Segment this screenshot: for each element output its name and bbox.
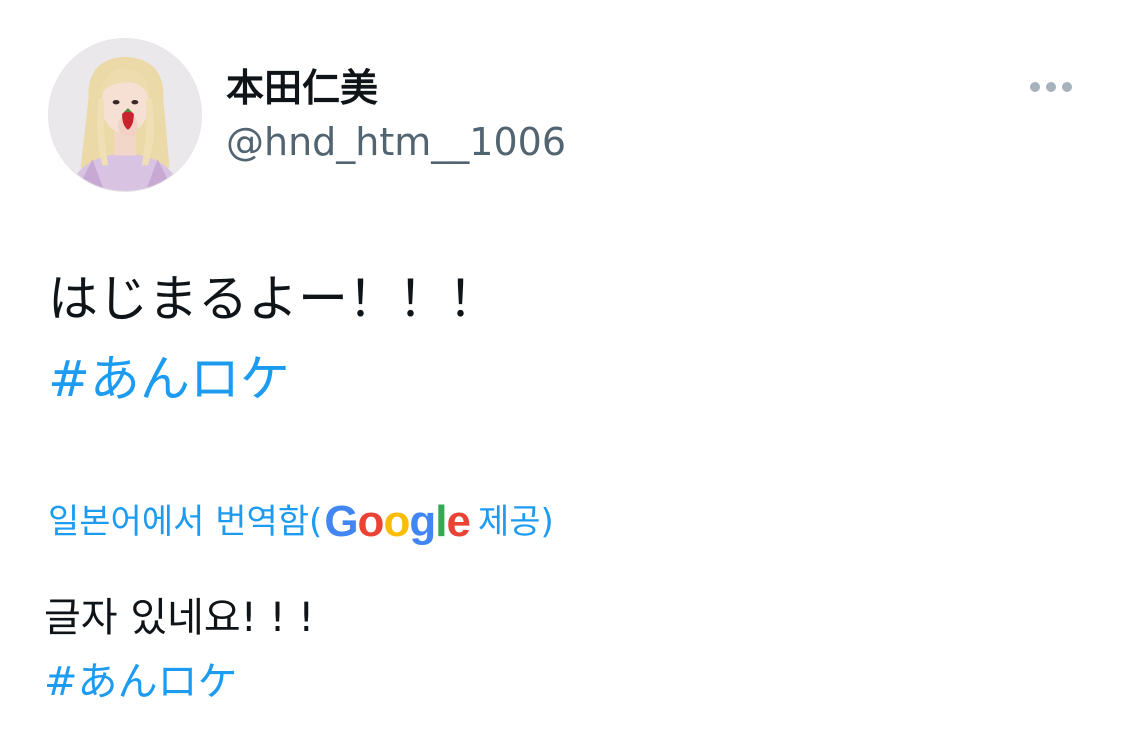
translated-hashtag-link[interactable]: #あんロケ [44,656,238,708]
author-display-name[interactable]: 本田仁美 [226,64,378,112]
google-logo-letter: o [383,497,410,546]
translation-attribution-button[interactable]: 일본어에서 번역함( Google 제공) [48,494,554,550]
translation-label-suffix: 제공) [477,502,554,542]
hashtag-link[interactable]: #あんロケ [48,348,290,410]
google-logo-letter: o [357,497,385,546]
google-logo-letter: G [324,497,358,546]
google-logo: Google [324,497,471,546]
google-logo-letter: l [435,497,447,546]
google-logo-letter: e [446,497,471,546]
avatar-image [49,39,201,191]
tweet-text: はじまるよー！！！ [48,270,498,328]
translated-text: 글자 있네요! ! ! [44,595,315,641]
author-handle[interactable]: @hnd_htm__1006 [226,118,566,166]
tweet-card: 本田仁美 @hnd_htm__1006 はじまるよー！！！ #あんロケ 일본어에… [0,0,1125,732]
more-horizontal-icon[interactable] [1028,76,1074,98]
google-logo-letter: g [409,497,436,546]
translation-label-prefix: 일본어에서 번역함( [48,502,323,542]
avatar[interactable] [48,38,202,192]
